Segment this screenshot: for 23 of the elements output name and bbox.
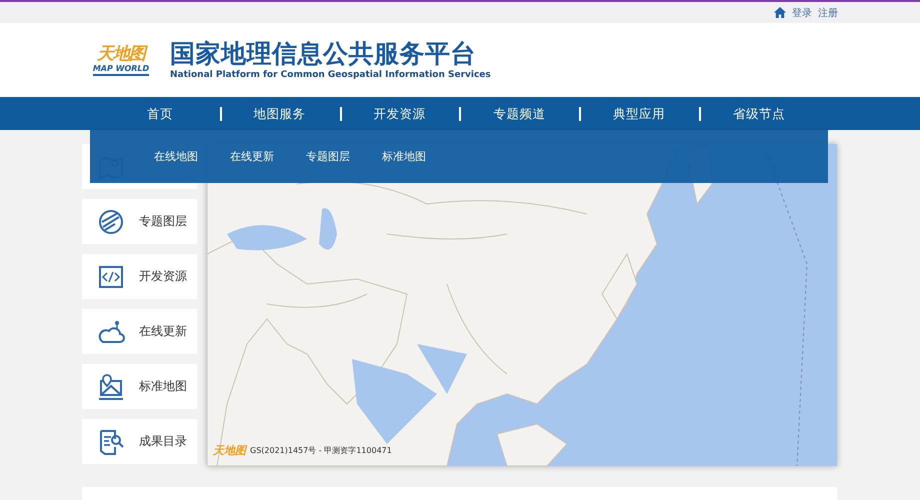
sidebar-item[interactable]: 在线更新 [82, 309, 197, 354]
logo-mark: 天地图 [97, 44, 145, 64]
sidebar-item[interactable]: 开发资源 [82, 254, 197, 299]
map-attribution: GS(2021)1457号 - 甲测资字1100471 [250, 445, 392, 456]
dropdown-item[interactable]: 在线更新 [230, 149, 274, 164]
site-title: 国家地理信息公共服务平台 [170, 39, 477, 69]
dropdown-item[interactable]: 在线地图 [154, 149, 198, 164]
dropdown-item[interactable]: 专题图层 [306, 149, 350, 164]
nav-link[interactable]: 典型应用 [613, 104, 666, 122]
sidebar-item[interactable]: 成果目录 [82, 419, 197, 464]
logo-wordmark: MAP WORLD [92, 64, 150, 76]
dropdown-item[interactable]: 标准地图 [382, 149, 426, 164]
sidebar-item[interactable]: 标准地图 [82, 364, 197, 409]
nav-link[interactable]: 首页 [146, 104, 173, 122]
header-link[interactable]: 登录 [792, 6, 812, 20]
nav-link[interactable]: 专题频道 [493, 104, 546, 122]
nav-link[interactable]: 省级节点 [733, 104, 786, 122]
nav-link[interactable]: 地图服务 [254, 104, 306, 122]
map-logo: 天地图 [213, 443, 246, 458]
header-link[interactable]: 注册 [818, 6, 838, 20]
sidebar-item[interactable]: 专题图层 [82, 199, 197, 244]
site-subtitle: National Platform for Common Geospatial Information Services [170, 69, 491, 81]
nav-link[interactable]: 开发资源 [374, 104, 426, 122]
